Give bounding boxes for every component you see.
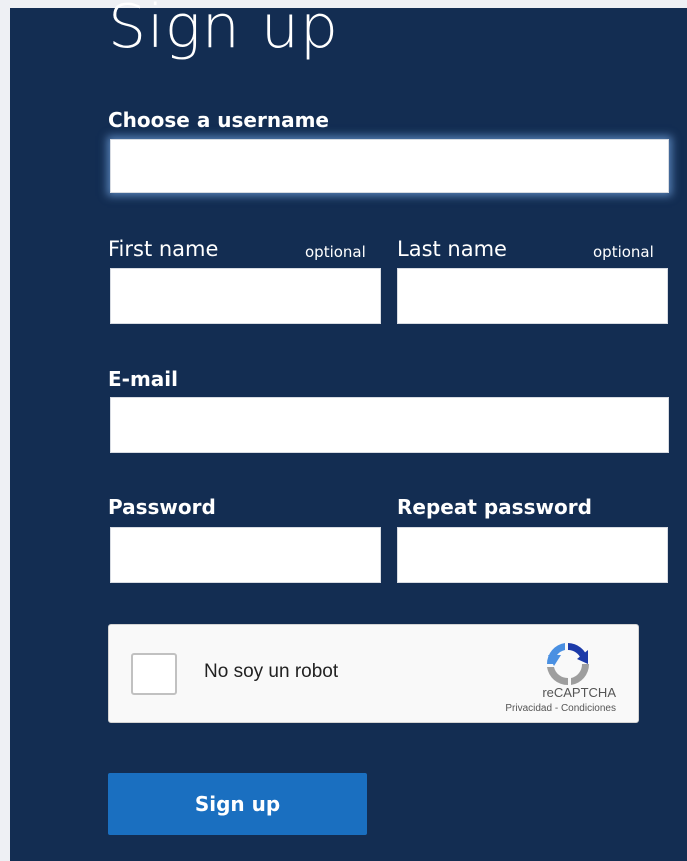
first-name-optional-hint: optional bbox=[305, 243, 366, 261]
password-input[interactable] bbox=[110, 527, 381, 583]
first-name-label: First name bbox=[108, 237, 219, 261]
recaptcha-privacy-link[interactable]: Privacidad bbox=[505, 703, 552, 714]
recaptcha-logo-icon bbox=[546, 643, 590, 686]
recaptcha-brand: reCAPTCHA bbox=[542, 685, 616, 700]
username-label: Choose a username bbox=[108, 108, 329, 132]
repeat-password-label: Repeat password bbox=[397, 495, 592, 519]
email-label: E-mail bbox=[108, 367, 179, 391]
recaptcha-widget: No soy un robot reCAPTCHA Privacidad - C… bbox=[108, 624, 639, 723]
recaptcha-checkbox-label: No soy un robot bbox=[204, 661, 339, 682]
recaptcha-links: Privacidad - Condiciones bbox=[505, 703, 616, 714]
sign-up-button[interactable]: Sign up bbox=[108, 773, 367, 835]
last-name-input[interactable] bbox=[397, 268, 668, 324]
recaptcha-terms-link[interactable]: Condiciones bbox=[561, 703, 616, 714]
repeat-password-input[interactable] bbox=[397, 527, 668, 583]
recaptcha-checkbox[interactable] bbox=[131, 653, 177, 695]
page-title: Sign up bbox=[108, 0, 339, 62]
last-name-label: Last name bbox=[397, 237, 507, 261]
recaptcha-link-separator: - bbox=[552, 703, 561, 714]
last-name-optional-hint: optional bbox=[593, 243, 654, 261]
password-label: Password bbox=[108, 495, 216, 519]
username-input[interactable] bbox=[110, 139, 669, 193]
first-name-input[interactable] bbox=[110, 268, 381, 324]
email-input[interactable] bbox=[110, 397, 669, 453]
